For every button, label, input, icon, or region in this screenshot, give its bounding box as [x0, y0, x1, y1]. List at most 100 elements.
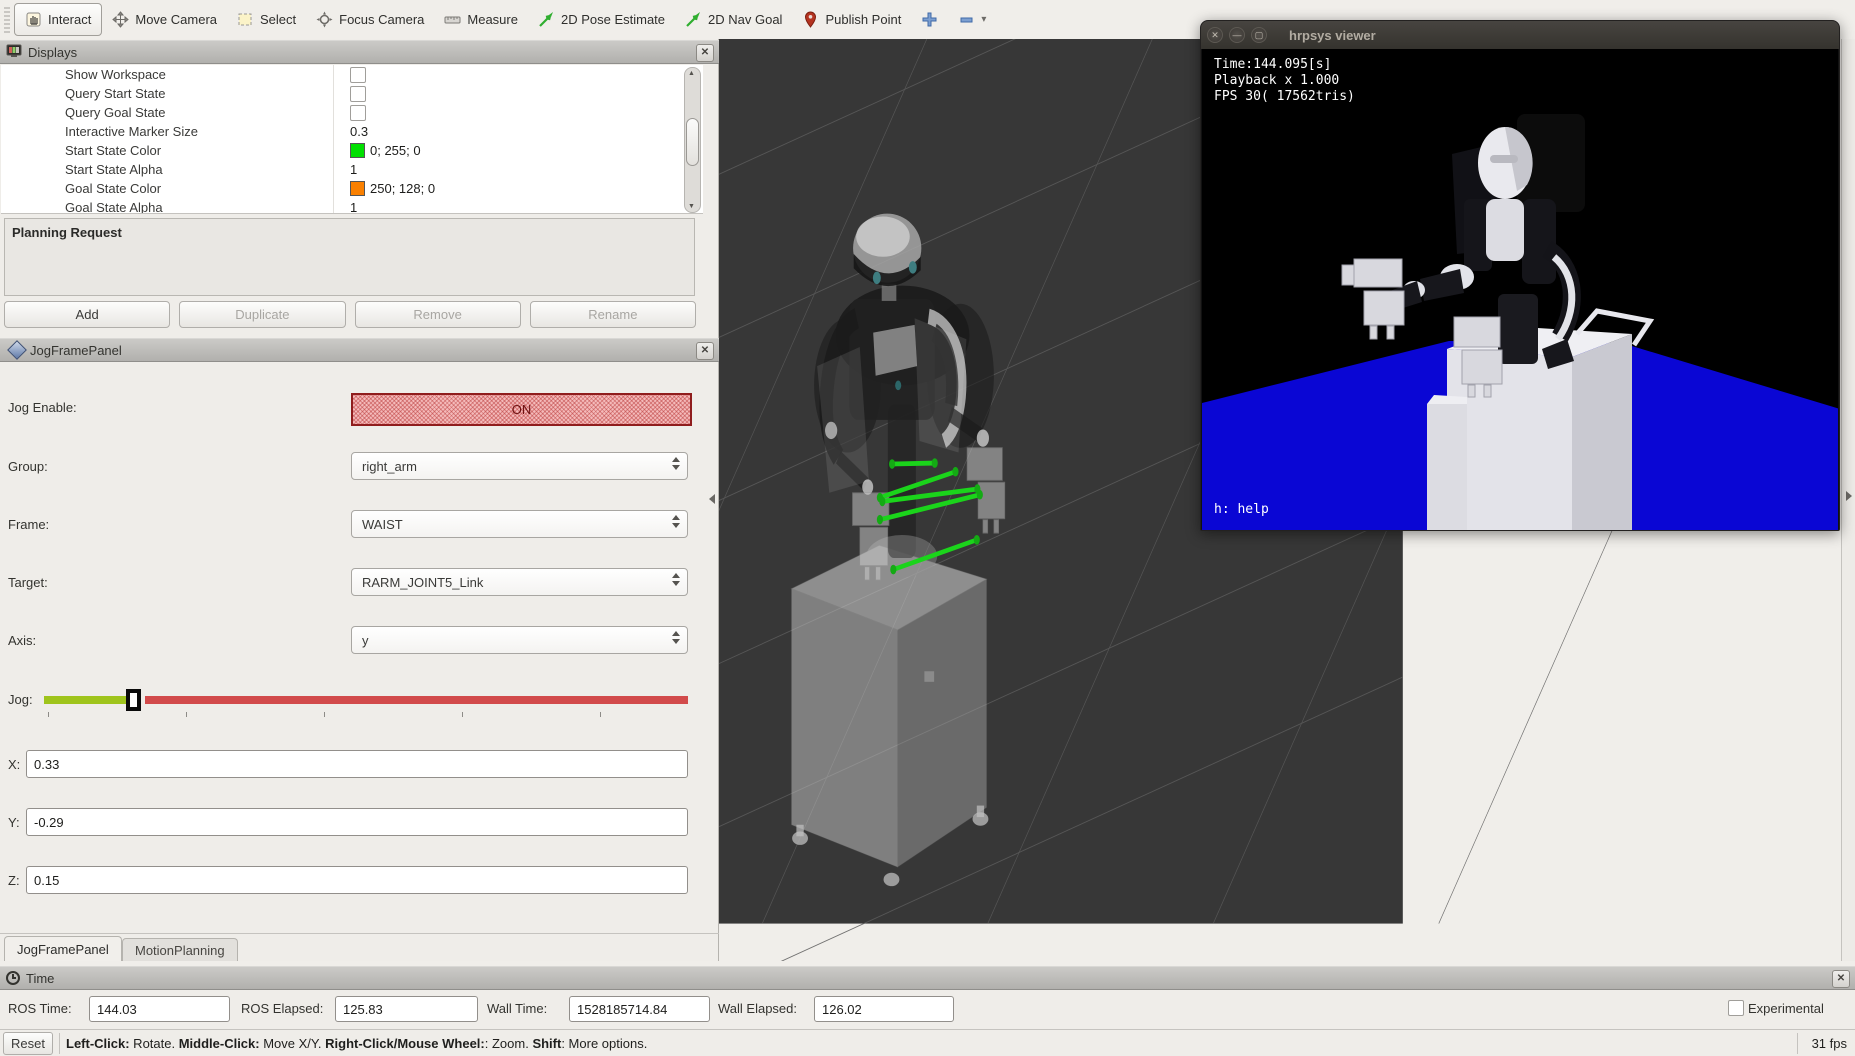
spinner-arrows-icon[interactable]	[672, 573, 680, 586]
tab-motionplanning[interactable]: MotionPlanning	[122, 938, 238, 961]
pose-estimate-tool-button[interactable]: 2D Pose Estimate	[528, 4, 675, 35]
scrollbar-thumb[interactable]	[686, 118, 699, 166]
close-icon[interactable]: ✕	[1832, 970, 1850, 988]
status-bar: Reset Left-Click: Rotate. Middle-Click: …	[0, 1029, 1855, 1056]
x-input[interactable]: 0.33	[26, 750, 688, 778]
scroll-down-icon[interactable]: ▼	[688, 203, 695, 210]
add-button[interactable]: Add	[4, 301, 171, 328]
hrpsys-viewport[interactable]: Time:144.095[s] Playback x 1.000 FPS 30(…	[1202, 49, 1838, 530]
wall-elapsed-label: Wall Elapsed:	[718, 1001, 797, 1016]
tab-jogframepanel[interactable]: JogFramePanel	[4, 936, 122, 961]
pose-estimate-arrow-icon	[538, 11, 555, 28]
tool-label: Interact	[48, 12, 92, 27]
property-value: 250; 128; 0	[370, 181, 436, 196]
query-start-state-checkbox[interactable]	[350, 85, 366, 102]
displays-scrollbar[interactable]: ▲ ▼	[684, 67, 701, 213]
z-input[interactable]: 0.15	[26, 866, 688, 894]
goal-state-color-swatch[interactable]	[350, 181, 365, 196]
property-row[interactable]: Query Goal State	[1, 103, 703, 122]
jog-label: Jog:	[8, 692, 33, 707]
property-value: 0; 255; 0	[370, 143, 421, 158]
property-row[interactable]: Start State Color 0; 255; 0	[1, 141, 703, 160]
property-row[interactable]: Goal State Color 250; 128; 0	[1, 179, 703, 198]
close-icon[interactable]: ✕	[696, 44, 714, 62]
y-input[interactable]: -0.29	[26, 808, 688, 836]
window-minimize-icon[interactable]: —	[1229, 27, 1245, 43]
ros-time-input[interactable]: 144.03	[89, 996, 230, 1022]
collapse-right-arrow-icon[interactable]	[1846, 491, 1852, 501]
planning-request-group: Planning Request	[4, 218, 695, 296]
wall-time-label: Wall Time:	[487, 1001, 548, 1016]
hud-fps-text: FPS 30( 17562tris)	[1214, 89, 1355, 104]
spinner-arrows-icon[interactable]	[672, 457, 680, 470]
target-select[interactable]: RARM_JOINT5_Link	[351, 568, 688, 596]
wall-elapsed-input[interactable]: 126.02	[814, 996, 954, 1022]
property-row[interactable]: Show Workspace	[1, 65, 703, 84]
hrpsys-window-title: hrpsys viewer	[1289, 27, 1376, 43]
displays-panel-header[interactable]: Displays ✕	[0, 40, 719, 64]
jogframepanel-header[interactable]: JogFramePanel ✕	[0, 338, 719, 362]
ros-elapsed-input[interactable]: 125.83	[335, 996, 478, 1022]
nav-goal-tool-button[interactable]: 2D Nav Goal	[675, 4, 792, 35]
spinner-arrows-icon[interactable]	[672, 631, 680, 644]
toolbar-drag-handle[interactable]	[4, 6, 10, 33]
collapse-left-arrow-icon[interactable]	[709, 494, 715, 504]
show-workspace-checkbox[interactable]	[350, 66, 366, 83]
tool-label: Publish Point	[825, 12, 902, 27]
monitor-icon	[6, 44, 22, 61]
hrpsys-viewer-window[interactable]: ✕ — ▢ hrpsys viewer Time:144.095[s] Play…	[1200, 20, 1840, 531]
interact-tool-button[interactable]: Interact	[14, 3, 103, 36]
start-state-color-swatch[interactable]	[350, 143, 365, 158]
tool-label: Move Camera	[135, 12, 217, 27]
hrpsys-titlebar[interactable]: ✕ — ▢ hrpsys viewer	[1201, 21, 1839, 49]
jog-slider-handle[interactable]	[126, 689, 141, 711]
tool-label: Focus Camera	[339, 12, 425, 27]
move-camera-icon	[112, 11, 130, 28]
group-select[interactable]: right_arm	[351, 452, 688, 480]
focus-camera-tool-button[interactable]: Focus Camera	[306, 4, 434, 35]
jog-enable-label: Jog Enable:	[8, 400, 77, 415]
scroll-up-icon[interactable]: ▲	[688, 70, 695, 77]
jog-slider-fill	[44, 696, 134, 704]
spinner-arrows-icon[interactable]	[672, 515, 680, 528]
frame-select[interactable]: WAIST	[351, 510, 688, 538]
property-row[interactable]: Interactive Marker Size 0.3	[1, 122, 703, 141]
dropdown-arrow-icon[interactable]: ▾	[981, 14, 986, 25]
reset-button[interactable]: Reset	[3, 1031, 53, 1055]
rename-button[interactable]: Rename	[529, 301, 696, 328]
duplicate-button[interactable]: Duplicate	[179, 301, 346, 328]
property-value[interactable]: 1	[350, 162, 357, 177]
plus-icon	[921, 11, 938, 28]
left-panel: Displays ✕ Show Workspace Query Start St…	[0, 39, 719, 961]
jog-slider-track	[145, 696, 688, 704]
property-value[interactable]: 0.3	[350, 124, 368, 139]
experimental-checkbox[interactable]	[1728, 1000, 1744, 1016]
property-row[interactable]: Query Start State	[1, 84, 703, 103]
tool-label: 2D Nav Goal	[708, 12, 783, 27]
query-goal-state-checkbox[interactable]	[350, 104, 366, 121]
publish-point-tool-button[interactable]: Publish Point	[792, 4, 911, 35]
select-tool-button[interactable]: Select	[227, 4, 306, 35]
property-row[interactable]: Goal State Alpha 1	[1, 198, 703, 213]
property-row[interactable]: Start State Alpha 1	[1, 160, 703, 179]
add-tool-button[interactable]	[911, 4, 948, 35]
close-icon[interactable]: ✕	[696, 342, 714, 360]
wall-time-input[interactable]: 1528185714.84	[569, 996, 710, 1022]
remove-tool-button[interactable]: ▾	[948, 4, 996, 35]
window-close-icon[interactable]: ✕	[1207, 27, 1223, 43]
planning-request-title: Planning Request	[12, 225, 122, 240]
time-panel-header[interactable]: Time ✕	[0, 966, 1855, 990]
right-dock-strip	[1841, 39, 1855, 961]
remove-button[interactable]: Remove	[354, 301, 521, 328]
jog-slider[interactable]	[44, 689, 688, 717]
axis-select[interactable]: y	[351, 626, 688, 654]
jog-enable-on-button[interactable]: ON	[351, 393, 692, 426]
map-pin-icon	[802, 11, 819, 28]
move-camera-tool-button[interactable]: Move Camera	[102, 4, 227, 35]
target-label: Target:	[8, 575, 48, 590]
group-label: Group:	[8, 459, 48, 474]
measure-tool-button[interactable]: Measure	[434, 4, 528, 35]
property-value[interactable]: 1	[350, 200, 357, 213]
hud-help-text: h: help	[1214, 502, 1269, 517]
window-maximize-icon[interactable]: ▢	[1251, 27, 1267, 43]
